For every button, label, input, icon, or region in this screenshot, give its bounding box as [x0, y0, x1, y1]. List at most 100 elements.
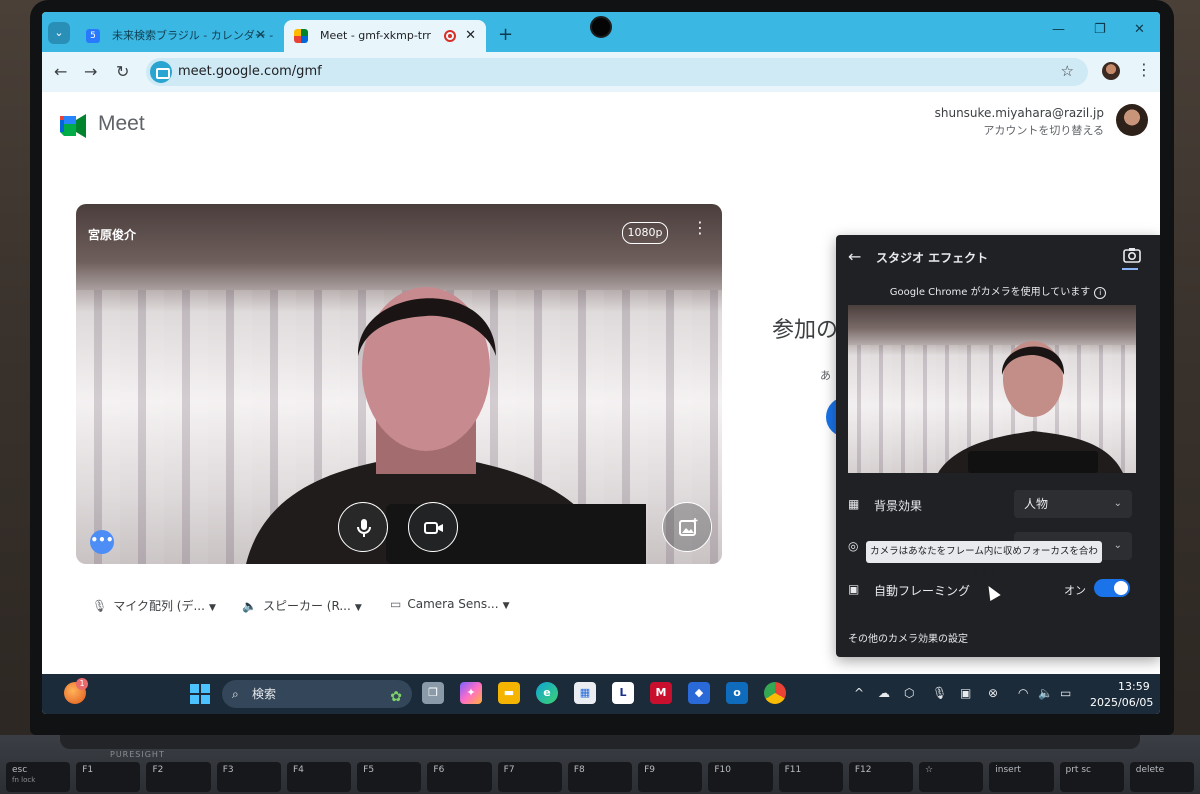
key-label: F9 [644, 765, 656, 775]
dropdown-icon: ▼ [208, 603, 216, 613]
calendar-favicon-icon: 5 [86, 29, 100, 43]
tray-app-icon[interactable]: ⊗ [988, 686, 998, 700]
mic-device-label: マイク配列 (デ... [113, 599, 205, 613]
mic-device-select[interactable]: 🎙 マイク配列 (デ... ▼ [92, 597, 216, 614]
mic-toggle-button[interactable] [338, 502, 388, 552]
app-name: Meet [98, 112, 145, 135]
tab-title: 未来検索ブラジル - カレンダー - 20 [112, 29, 276, 42]
search-label: 検索 [252, 687, 277, 701]
edge-icon[interactable]: e [536, 682, 558, 704]
photo-scene: ⌄ 5 未来検索ブラジル - カレンダー - 20 ✕ Meet - gmf-x… [0, 0, 1200, 794]
forward-icon[interactable]: → [84, 62, 97, 81]
account-email: shunsuke.miyahara@razil.jp [934, 106, 1104, 120]
keyboard-key: F12 [848, 762, 914, 792]
close-window-icon[interactable]: ✕ [1134, 22, 1145, 37]
more-effects-icon[interactable]: ••• [90, 530, 114, 554]
bookmark-star-icon[interactable]: ☆ [1061, 62, 1074, 80]
background-effects-select[interactable]: 人物 ⌄ [1014, 490, 1132, 518]
keyboard-key: F9 [638, 762, 703, 792]
onedrive-icon[interactable]: ☁ [878, 686, 890, 700]
back-icon[interactable]: ← [54, 62, 67, 81]
volume-icon[interactable]: 🔈 [1038, 686, 1053, 700]
l-app-icon[interactable]: L [612, 682, 634, 704]
speaker-device-select[interactable]: 🔈 スピーカー (R... ▼ [242, 597, 362, 614]
copilot-icon[interactable]: ✦ [460, 682, 482, 704]
camera-toggle-button[interactable] [408, 502, 458, 552]
microphone-tray-icon[interactable]: 🎙 [932, 686, 947, 700]
search-icon: ⌕ [232, 687, 239, 701]
store-icon[interactable]: ▦ [574, 682, 596, 704]
portrait-light-icon: ◎ [848, 539, 859, 553]
tab-title: Meet - gmf-xkmp-trr [320, 29, 431, 42]
switch-account-link[interactable]: アカウントを切り替える [983, 122, 1104, 138]
image-sparkle-icon [679, 518, 698, 536]
taskbar-time[interactable]: 13:59 [1118, 680, 1150, 693]
keyboard-key: prt sc [1059, 762, 1124, 792]
key-label: F2 [152, 765, 164, 775]
back-arrow-icon[interactable]: ← [848, 247, 861, 266]
auto-framing-tooltip: カメラはあなたをフレーム内に収めフォーカスを合わせます [866, 541, 1102, 579]
battery-icon[interactable]: ▭ [1060, 686, 1071, 700]
chevron-down-icon: ⌄ [1113, 540, 1122, 551]
wifi-icon[interactable]: ◠ [1018, 686, 1028, 700]
more-options-icon[interactable]: ⋮ [692, 218, 708, 237]
new-tab-button[interactable]: + [498, 24, 513, 45]
tray-app-icon[interactable]: ▣ [960, 686, 971, 700]
close-tab-icon[interactable]: ✕ [465, 20, 476, 52]
restore-icon[interactable]: ❐ [1094, 22, 1106, 37]
more-camera-settings-link[interactable]: その他のカメラ効果の設定 [848, 630, 968, 645]
file-explorer-icon[interactable]: ▬ [498, 682, 520, 704]
key-label: F10 [714, 765, 731, 775]
keyboard-key: F10 [708, 762, 773, 792]
outlook-icon[interactable]: o [726, 682, 748, 704]
resolution-badge: 1080p [622, 222, 668, 244]
chrome-icon[interactable] [764, 682, 786, 704]
app-icon[interactable]: ◆ [688, 682, 710, 704]
browser-toolbar: ← → ↻ meet.google.com/gmf ☆ ⋮ [42, 52, 1160, 92]
visual-effects-button[interactable] [662, 502, 712, 552]
key-label: esc [12, 765, 28, 775]
url-text: meet.google.com/gmf [178, 64, 322, 79]
camera-device-label: Camera Sens... [407, 597, 499, 611]
browser-menu-icon[interactable]: ⋮ [1136, 60, 1152, 79]
camera-icon[interactable] [1122, 245, 1142, 265]
widgets-badge: 1 [76, 678, 88, 690]
tab-calendar[interactable]: 5 未来検索ブラジル - カレンダー - 20 ✕ [76, 20, 276, 52]
key-label: F3 [222, 765, 234, 775]
taskbar-date[interactable]: 2025/06/05 [1090, 696, 1153, 709]
keyboard-brand: PURESIGHT [110, 750, 165, 759]
tray-app-icon[interactable]: ⬡ [904, 686, 914, 700]
minimize-icon[interactable]: — [1052, 22, 1065, 37]
site-info-icon[interactable] [150, 61, 172, 83]
chevron-down-icon: ⌄ [1113, 498, 1122, 509]
keyboard-key: F4 [286, 762, 352, 792]
show-hidden-icons-icon[interactable]: ^ [854, 686, 864, 700]
background-effects-label: 背景効果 [874, 499, 923, 513]
mcafee-icon[interactable]: M [650, 682, 672, 704]
camera-device-select[interactable]: ▭ Camera Sens... ▼ [390, 597, 509, 611]
task-view-icon[interactable]: ❐ [422, 682, 444, 704]
keyboard-key: F7 [497, 762, 562, 792]
start-button[interactable] [190, 684, 210, 704]
auto-framing-toggle[interactable] [1094, 579, 1130, 597]
auto-framing-label: 自動フレーミング [874, 584, 971, 598]
windows-taskbar: 1 ⌕ 検索 ✿ ❐ ✦ ▬ e ▦ L M ◆ o ^ ☁ ⬡ 🎙 ▣ ⊗ ◠… [42, 674, 1160, 714]
info-icon[interactable]: i [1094, 287, 1107, 299]
profile-avatar[interactable] [1102, 62, 1120, 80]
join-title: 参加の [772, 318, 839, 343]
address-bar[interactable]: meet.google.com/gmf ☆ [146, 58, 1088, 86]
meet-favicon-icon [294, 29, 308, 43]
video-camera-icon [424, 522, 443, 534]
reload-icon[interactable]: ↻ [116, 62, 129, 81]
tab-meet[interactable]: Meet - gmf-xkmp-trr ✕ [284, 20, 486, 52]
key-label: ☆ [925, 765, 934, 775]
close-tab-icon[interactable]: ✕ [255, 20, 266, 52]
account-avatar[interactable] [1116, 104, 1148, 136]
keyboard-key: F6 [427, 762, 492, 792]
auto-framing-state: オン [1064, 584, 1086, 597]
tab-search-button[interactable]: ⌄ [48, 22, 70, 44]
meet-logo-icon [60, 114, 86, 138]
taskbar-search[interactable]: ⌕ 検索 ✿ [222, 680, 412, 708]
mic-icon [357, 519, 371, 537]
keyboard-key: delete [1129, 762, 1194, 792]
